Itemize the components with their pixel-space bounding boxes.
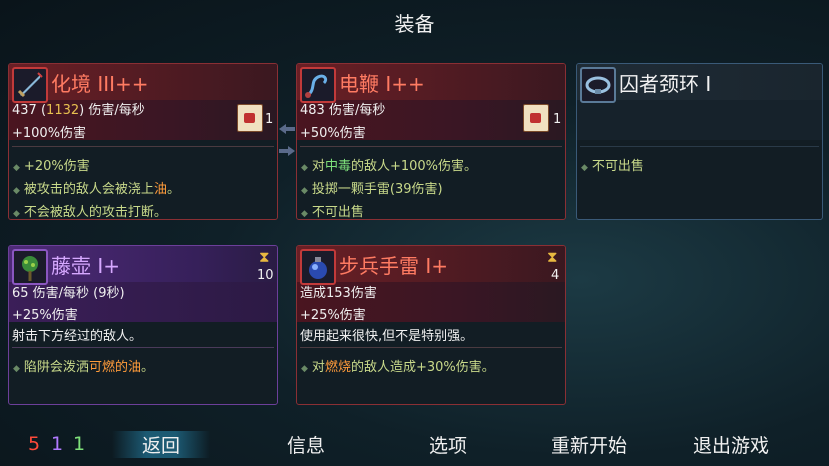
effect-1: ◆ +20%伤害 (13, 159, 90, 174)
cooldown-seconds: 4 (551, 268, 560, 283)
swap-left-arrow-icon (279, 124, 295, 134)
equip-card-main-weapon[interactable]: 化境 III++ 437 (1132) 伤害/每秒 +100%伤害 1 ◆ +20… (8, 63, 278, 220)
item-name: 囚者颈环 I (619, 72, 712, 96)
equip-card-skill-1[interactable]: 藤壶 I+ ⧗ 10 65 伤害/每秒 (9秒) +25%伤害 射击下方经过的敌… (8, 245, 278, 405)
tactics-stat: 1 (51, 433, 64, 455)
effect-3: ◆ 不可出售 (301, 205, 364, 220)
effect-2: ◆ 投掷一颗手雷(39伤害) (301, 182, 443, 197)
restart-button[interactable]: 重新开始 (551, 431, 627, 458)
item-name: 电鞭 I++ (339, 72, 425, 96)
effect-1: ◆ 对中毒的敌人+100%伤害。 (301, 159, 478, 174)
hourglass-icon: ⧗ (259, 248, 270, 266)
effect-1: ◆ 陷阱会泼洒可燃的油。 (13, 360, 154, 375)
dps-line: 437 (1132) 伤害/每秒 (12, 103, 145, 118)
grenade-icon (300, 249, 336, 285)
damage-bonus: +100%伤害 (12, 126, 87, 141)
effect-2: ◆ 被攻击的敌人会被浇上油。 (13, 182, 180, 197)
item-name: 步兵手雷 I+ (339, 254, 449, 278)
effect-1: ◆ 不可出售 (581, 159, 644, 174)
equip-card-skill-2[interactable]: 步兵手雷 I+ ⧗ 4 造成153伤害 +25%伤害 使用起来很快,但不是特别强… (296, 245, 566, 405)
swap-right-arrow-icon (279, 146, 295, 156)
item-description: 射击下方经过的敌人。 (12, 329, 143, 344)
scroll-count: 1 (265, 112, 274, 127)
damage-bonus: +25%伤害 (12, 308, 78, 323)
effect-3: ◆ 不会被敌人的攻击打断。 (13, 205, 167, 220)
cooldown-seconds: 10 (257, 268, 274, 283)
scroll-icon (523, 104, 549, 132)
brutality-stat: 5 (28, 433, 41, 455)
whip-icon (300, 67, 336, 103)
screen-title: 装备 (394, 12, 435, 36)
effect-1: ◆ 对燃烧的敌人造成+30%伤害。 (301, 360, 495, 375)
damage-line: 造成153伤害 (300, 286, 377, 301)
damage-bonus: +50%伤害 (300, 126, 366, 141)
survival-stat: 1 (73, 433, 86, 455)
equip-card-secondary-weapon[interactable]: 电鞭 I++ 483 伤害/每秒 +50%伤害 1 ◆ 对中毒的敌人+100%伤害… (296, 63, 566, 220)
equip-card-amulet[interactable]: 囚者颈环 I ◆ 不可出售 (576, 63, 823, 220)
dps-line: 483 伤害/每秒 (300, 103, 386, 118)
sword-icon (12, 67, 48, 103)
vine-icon (12, 249, 48, 285)
damage-bonus: +25%伤害 (300, 308, 366, 323)
item-description: 使用起来很快,但不是特别强。 (300, 329, 474, 344)
item-name: 藤壶 I+ (51, 254, 121, 278)
collar-icon (580, 67, 616, 103)
quit-button[interactable]: 退出游戏 (693, 431, 769, 458)
dps-line: 65 伤害/每秒 (9秒) (12, 286, 125, 301)
options-button[interactable]: 选项 (429, 431, 467, 458)
back-button[interactable]: 返回 (112, 431, 211, 458)
hourglass-icon: ⧗ (547, 248, 558, 266)
item-name: 化境 III++ (51, 72, 149, 96)
info-button[interactable]: 信息 (287, 431, 325, 458)
scroll-icon (237, 104, 263, 132)
scroll-count: 1 (553, 112, 562, 127)
